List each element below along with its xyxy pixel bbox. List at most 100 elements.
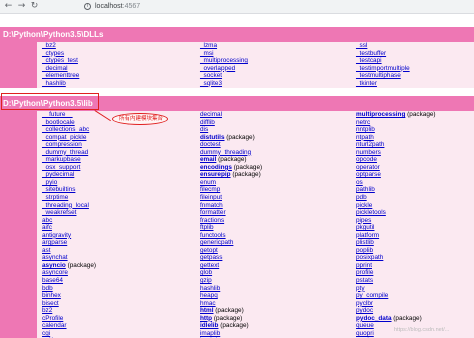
module-link[interactable]: _hashlib bbox=[42, 80, 66, 87]
module-link[interactable]: aifc bbox=[42, 224, 52, 231]
module-link[interactable]: _weakrefset bbox=[42, 209, 76, 216]
module-link[interactable]: asyncio bbox=[42, 262, 66, 269]
module-link[interactable]: getpass bbox=[200, 254, 222, 261]
module-link[interactable]: _testimportmultiple bbox=[356, 65, 410, 72]
module-link[interactable]: filecmp bbox=[200, 186, 220, 193]
module-link[interactable]: fractions bbox=[200, 217, 224, 224]
module-link[interactable]: email bbox=[200, 156, 216, 163]
module-link[interactable]: _msi bbox=[200, 50, 214, 57]
module-link[interactable]: posixpath bbox=[356, 254, 383, 261]
module-link[interactable]: hmac bbox=[200, 300, 216, 307]
module-link[interactable]: _threading_local bbox=[42, 202, 89, 209]
module-link[interactable]: _bz2 bbox=[42, 42, 56, 49]
module-link[interactable]: asyncore bbox=[42, 269, 68, 276]
module-link[interactable]: _multiprocessing bbox=[200, 57, 248, 64]
module-link[interactable]: pickletools bbox=[356, 209, 386, 216]
module-link[interactable]: pydoc_data bbox=[356, 315, 392, 322]
module-link[interactable]: imaplib bbox=[200, 330, 220, 337]
module-link[interactable]: cgi bbox=[42, 330, 50, 337]
module-link[interactable]: pathlib bbox=[356, 186, 375, 193]
module-link[interactable]: gzip bbox=[200, 277, 212, 284]
module-link[interactable]: abc bbox=[42, 217, 52, 224]
back-button[interactable]: ← bbox=[3, 1, 14, 12]
module-link[interactable]: dummy_threading bbox=[200, 149, 251, 156]
module-link[interactable]: pyclbr bbox=[356, 300, 373, 307]
module-link[interactable]: enum bbox=[200, 179, 216, 186]
module-link[interactable]: cProfile bbox=[42, 315, 63, 322]
module-link[interactable]: netrc bbox=[356, 119, 370, 126]
module-link[interactable]: hashlib bbox=[200, 285, 220, 292]
module-link[interactable]: pdb bbox=[356, 194, 367, 201]
module-link[interactable]: gettext bbox=[200, 262, 219, 269]
module-link[interactable]: heapq bbox=[200, 292, 218, 299]
module-link[interactable]: html bbox=[200, 307, 214, 314]
module-link[interactable]: _markupbase bbox=[42, 156, 81, 163]
module-link[interactable]: pprint bbox=[356, 262, 372, 269]
module-link[interactable]: platform bbox=[356, 232, 379, 239]
module-link[interactable]: numbers bbox=[356, 149, 381, 156]
module-link[interactable]: fnmatch bbox=[200, 202, 223, 209]
module-link[interactable]: base64 bbox=[42, 277, 63, 284]
module-link[interactable]: _ssl bbox=[356, 42, 367, 49]
module-link[interactable]: dis bbox=[200, 126, 208, 133]
module-link[interactable]: optparse bbox=[356, 171, 381, 178]
module-link[interactable]: plistlib bbox=[356, 239, 374, 246]
module-link[interactable]: os bbox=[356, 179, 363, 186]
module-link[interactable]: _compression bbox=[42, 141, 82, 148]
module-link[interactable]: operator bbox=[356, 164, 380, 171]
module-link[interactable]: _ctypes bbox=[42, 50, 64, 57]
module-link[interactable]: getopt bbox=[200, 247, 218, 254]
module-link[interactable]: asynchat bbox=[42, 254, 68, 261]
module-link[interactable]: _lzma bbox=[200, 42, 217, 49]
module-link[interactable]: _sitebuiltins bbox=[42, 186, 75, 193]
module-link[interactable]: nntplib bbox=[356, 126, 375, 133]
module-link[interactable]: calendar bbox=[42, 322, 67, 329]
module-link[interactable]: _compat_pickle bbox=[42, 134, 86, 141]
module-link[interactable]: _collections_abc bbox=[42, 126, 89, 133]
module-link[interactable]: _osx_support bbox=[42, 164, 80, 171]
module-link[interactable]: encodings bbox=[200, 164, 232, 171]
module-link[interactable]: bz2 bbox=[42, 307, 52, 314]
module-link[interactable]: genericpath bbox=[200, 239, 233, 246]
module-link[interactable]: ntpath bbox=[356, 134, 374, 141]
module-link[interactable]: _elementtree bbox=[42, 72, 79, 79]
module-link[interactable]: ensurepip bbox=[200, 171, 231, 178]
module-link[interactable]: argparse bbox=[42, 239, 67, 246]
module-link[interactable]: __future__ bbox=[42, 111, 73, 118]
module-link[interactable]: multiprocessing bbox=[356, 111, 405, 118]
module-link[interactable]: nturl2path bbox=[356, 141, 384, 148]
module-link[interactable]: _strptime bbox=[42, 194, 68, 201]
module-link[interactable]: pickle bbox=[356, 202, 372, 209]
module-link[interactable]: opcode bbox=[356, 156, 377, 163]
module-link[interactable]: glob bbox=[200, 269, 212, 276]
module-link[interactable]: _testbuffer bbox=[356, 50, 386, 57]
module-link[interactable]: profile bbox=[356, 269, 373, 276]
module-link[interactable]: functools bbox=[200, 232, 226, 239]
module-link[interactable]: _ctypes_test bbox=[42, 57, 78, 64]
module-link[interactable]: _decimal bbox=[42, 65, 68, 72]
reload-button[interactable]: ↻ bbox=[29, 1, 40, 12]
module-link[interactable]: decimal bbox=[200, 111, 222, 118]
forward-button[interactable]: → bbox=[16, 1, 27, 12]
module-link[interactable]: binhex bbox=[42, 292, 61, 299]
module-link[interactable]: distutils bbox=[200, 134, 225, 141]
module-link[interactable]: difflib bbox=[200, 119, 215, 126]
module-link[interactable]: doctest bbox=[200, 141, 221, 148]
module-link[interactable]: _pydecimal bbox=[42, 171, 74, 178]
module-link[interactable]: poplib bbox=[356, 247, 373, 254]
module-link[interactable]: _bootlocale bbox=[42, 119, 75, 126]
module-link[interactable]: http bbox=[200, 315, 212, 322]
module-link[interactable]: pty bbox=[356, 285, 365, 292]
module-link[interactable]: pstats bbox=[356, 277, 373, 284]
module-link[interactable]: idlelib bbox=[200, 322, 218, 329]
module-link[interactable]: pydoc bbox=[356, 307, 373, 314]
module-link[interactable]: bisect bbox=[42, 300, 59, 307]
module-link[interactable]: ast bbox=[42, 247, 51, 254]
module-link[interactable]: formatter bbox=[200, 209, 226, 216]
module-link[interactable]: _socket bbox=[200, 72, 222, 79]
module-link[interactable]: pkgutil bbox=[356, 224, 374, 231]
module-link[interactable]: antigravity bbox=[42, 232, 71, 239]
module-link[interactable]: _pyio bbox=[42, 179, 57, 186]
module-link[interactable]: py_compile bbox=[356, 292, 388, 299]
info-icon[interactable]: i bbox=[84, 3, 91, 10]
